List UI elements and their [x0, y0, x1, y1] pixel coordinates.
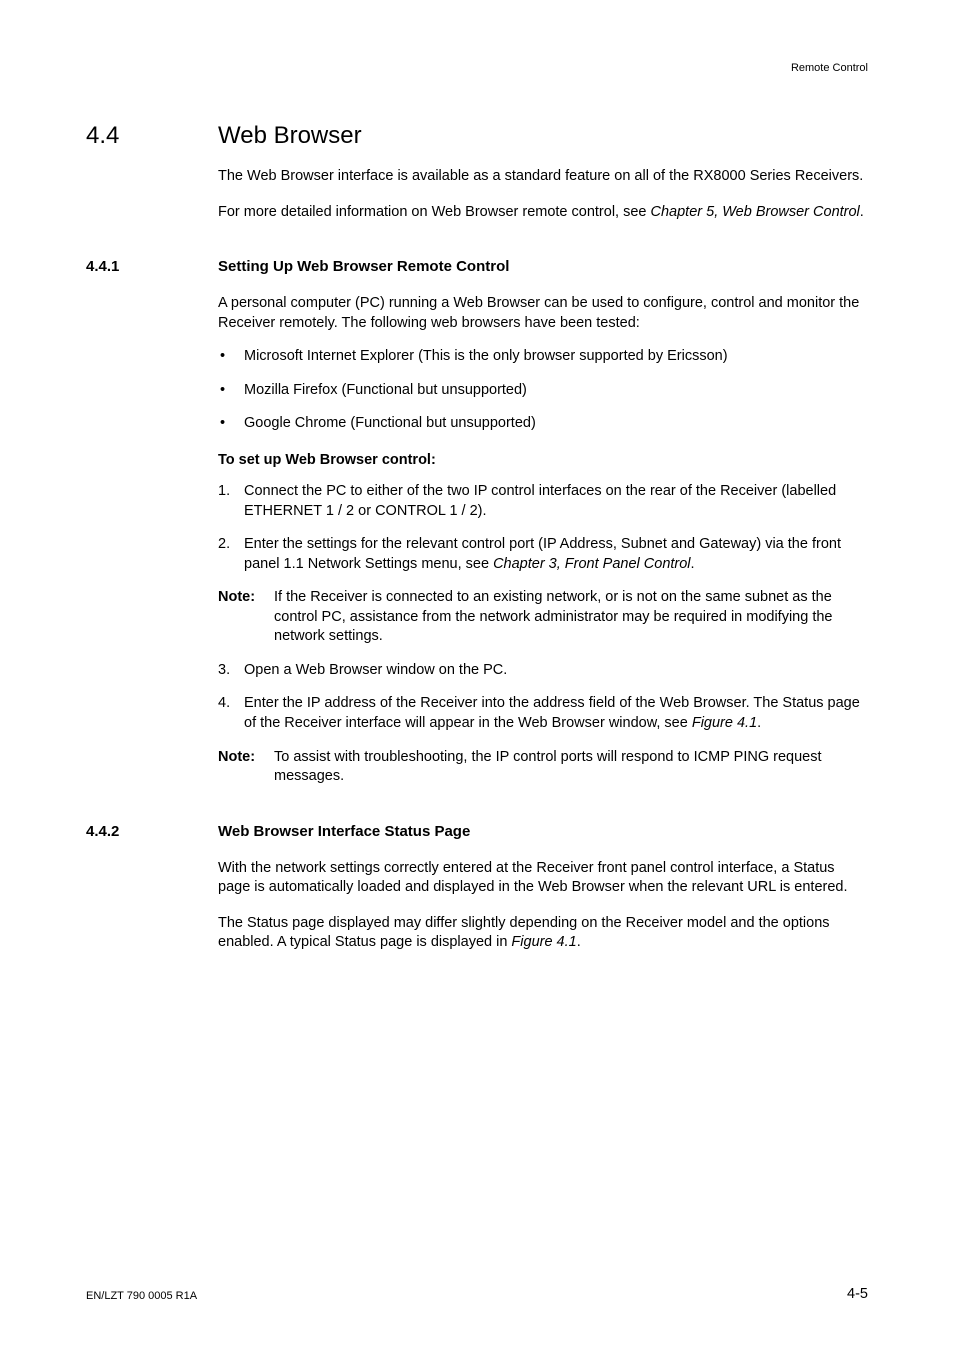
figure-reference: Figure 4.1	[692, 715, 757, 731]
section-4-4-heading: 4.4Web Browser	[86, 62, 868, 151]
list-item: Mozilla Firefox (Functional but unsuppor…	[218, 381, 868, 401]
s442-paragraph-1: With the network settings correctly ente…	[218, 859, 868, 898]
note-text: To assist with troubleshooting, the IP c…	[274, 749, 822, 785]
section-4-4-2-heading: 4.4.2Web Browser Interface Status Page	[86, 787, 868, 843]
step-marker: 4.	[218, 694, 230, 714]
section-4-4-1-heading: 4.4.1Setting Up Web Browser Remote Contr…	[86, 222, 868, 278]
text-run: .	[860, 204, 864, 220]
step-marker: 2.	[218, 535, 230, 555]
section-title: Setting Up Web Browser Remote Control	[218, 258, 509, 275]
text-run: .	[577, 934, 581, 950]
section-number: 4.4	[86, 122, 218, 150]
note-text: If the Receiver is connected to an exist…	[274, 589, 833, 644]
setup-steps: 1. Connect the PC to either of the two I…	[218, 482, 868, 574]
step-marker: 3.	[218, 661, 230, 681]
step-4: 4. Enter the IP address of the Receiver …	[218, 694, 868, 733]
section-title: Web Browser	[218, 122, 362, 150]
s441-paragraph-1: A personal computer (PC) running a Web B…	[218, 294, 868, 333]
note-1: Note: If the Receiver is connected to an…	[218, 588, 868, 647]
chapter-reference: Chapter 3, Front Panel Control	[493, 556, 690, 572]
step-text: Open a Web Browser window on the PC.	[244, 662, 507, 678]
list-item: Microsoft Internet Explorer (This is the…	[218, 347, 868, 367]
footer-doc-id: EN/LZT 790 0005 R1A	[86, 1290, 197, 1302]
text-run: For more detailed information on Web Bro…	[218, 204, 651, 220]
step-2: 2. Enter the settings for the relevant c…	[218, 535, 868, 574]
setup-subheading: To set up Web Browser control:	[218, 452, 868, 468]
note-label: Note:	[218, 748, 255, 768]
note-label: Note:	[218, 588, 255, 608]
step-1: 1. Connect the PC to either of the two I…	[218, 482, 868, 521]
section-number: 4.4.1	[86, 258, 218, 275]
intro-paragraph-1: The Web Browser interface is available a…	[218, 167, 868, 187]
browser-list: Microsoft Internet Explorer (This is the…	[218, 347, 868, 434]
text-run: .	[757, 715, 761, 731]
section-number: 4.4.2	[86, 823, 218, 840]
intro-paragraph-2: For more detailed information on Web Bro…	[218, 203, 868, 223]
text-run: .	[691, 556, 695, 572]
setup-steps-continued: 3. Open a Web Browser window on the PC. …	[218, 661, 868, 734]
step-text: Connect the PC to either of the two IP c…	[244, 483, 836, 519]
section-title: Web Browser Interface Status Page	[218, 823, 470, 840]
note-2: Note: To assist with troubleshooting, th…	[218, 748, 868, 787]
figure-reference: Figure 4.1	[511, 934, 576, 950]
step-3: 3. Open a Web Browser window on the PC.	[218, 661, 868, 681]
running-header: Remote Control	[791, 62, 868, 74]
step-marker: 1.	[218, 482, 230, 502]
s442-paragraph-2: The Status page displayed may differ sli…	[218, 914, 868, 953]
chapter-reference: Chapter 5, Web Browser Control	[651, 204, 860, 220]
text-run: Enter the IP address of the Receiver int…	[244, 695, 860, 731]
footer-page-number: 4-5	[847, 1286, 868, 1302]
list-item: Google Chrome (Functional but unsupporte…	[218, 414, 868, 434]
